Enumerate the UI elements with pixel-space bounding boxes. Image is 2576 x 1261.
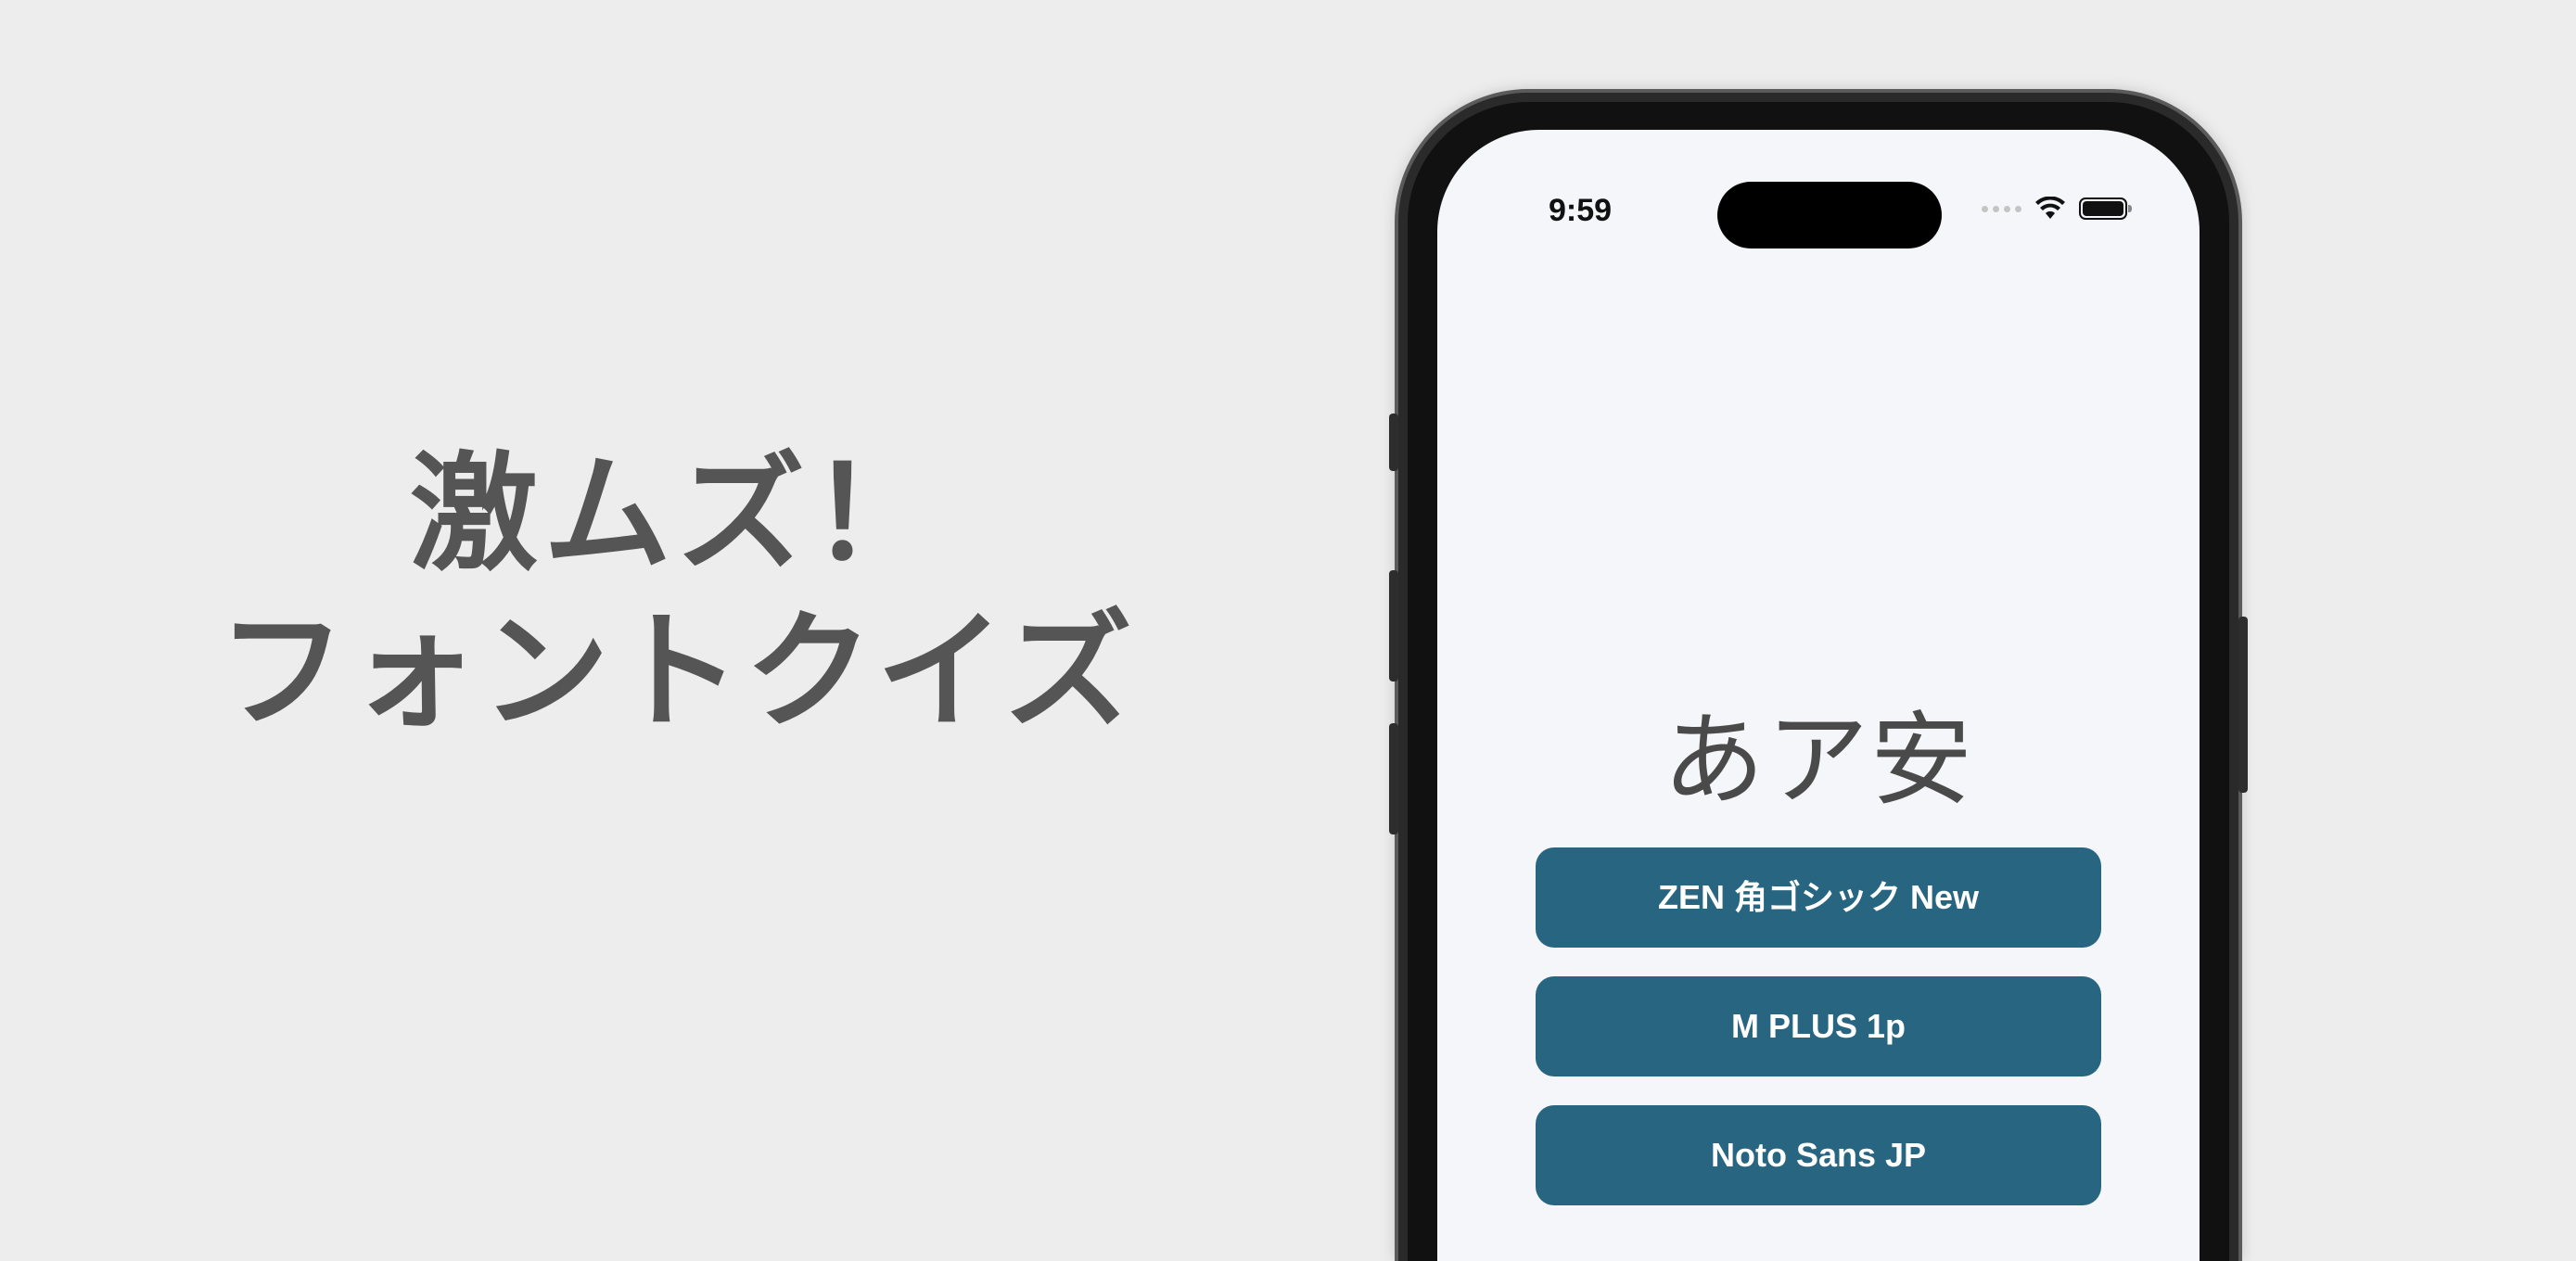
quiz-sample-text: あア安 [1663,701,1974,820]
status-time: 9:59 [1549,193,1613,228]
phone-bezel: 9:59 あア安 ZEN 角ゴシック New M PLUS 1p Noto Sa… [1408,102,2229,1261]
answer-button-m-plus-1p[interactable]: M PLUS 1p [1536,976,2101,1076]
phone-frame: 9:59 あア安 ZEN 角ゴシック New M PLUS 1p Noto Sa… [1389,93,2248,1261]
dynamic-island [1717,182,1942,248]
wifi-icon [2034,197,2066,221]
phone-screen: 9:59 あア安 ZEN 角ゴシック New M PLUS 1p Noto Sa… [1437,130,2200,1261]
volume-up-button [1389,570,1398,681]
power-button [2238,617,2248,793]
answer-button-zen-kaku-gothic[interactable]: ZEN 角ゴシック New [1536,847,2101,948]
status-indicators [1982,197,2132,221]
promo-title-line2: フォントクイズ [218,597,1136,746]
signal-icon [1982,205,2021,212]
promo-headline: 激ムズ！ フォントクイズ [185,436,1168,751]
silent-switch [1389,414,1398,471]
volume-down-button [1389,723,1398,834]
battery-icon [2079,197,2132,220]
answer-list: ZEN 角ゴシック New M PLUS 1p Noto Sans JP [1536,847,2101,1234]
promo-title-line1: 激ムズ！ [409,439,944,589]
